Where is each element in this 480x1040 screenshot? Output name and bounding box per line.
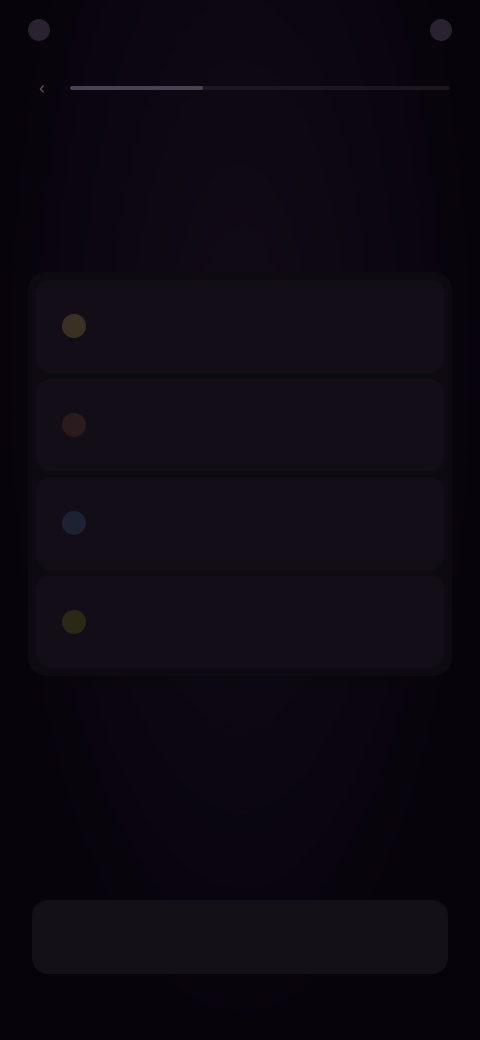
progress-bar bbox=[70, 86, 450, 90]
option-3[interactable] bbox=[36, 477, 444, 570]
options-card bbox=[28, 272, 452, 676]
back-arrow-icon[interactable]: ‹ bbox=[30, 76, 54, 100]
option-4[interactable] bbox=[36, 575, 444, 668]
star-icon bbox=[62, 609, 86, 634]
continue-button[interactable] bbox=[32, 900, 448, 974]
screen: ‹ bbox=[0, 0, 480, 1040]
header-strip: ‹ bbox=[30, 72, 450, 104]
status-right bbox=[430, 19, 452, 41]
option-2[interactable] bbox=[36, 378, 444, 471]
status-left bbox=[28, 19, 60, 41]
option-1[interactable] bbox=[36, 280, 444, 373]
profile-avatar[interactable] bbox=[430, 19, 452, 41]
progress-fill bbox=[70, 86, 203, 90]
fire-icon bbox=[62, 412, 86, 437]
sun-icon bbox=[62, 314, 86, 339]
globe-icon bbox=[62, 511, 86, 536]
camera-dot-icon bbox=[28, 19, 50, 41]
status-bar bbox=[28, 14, 452, 46]
